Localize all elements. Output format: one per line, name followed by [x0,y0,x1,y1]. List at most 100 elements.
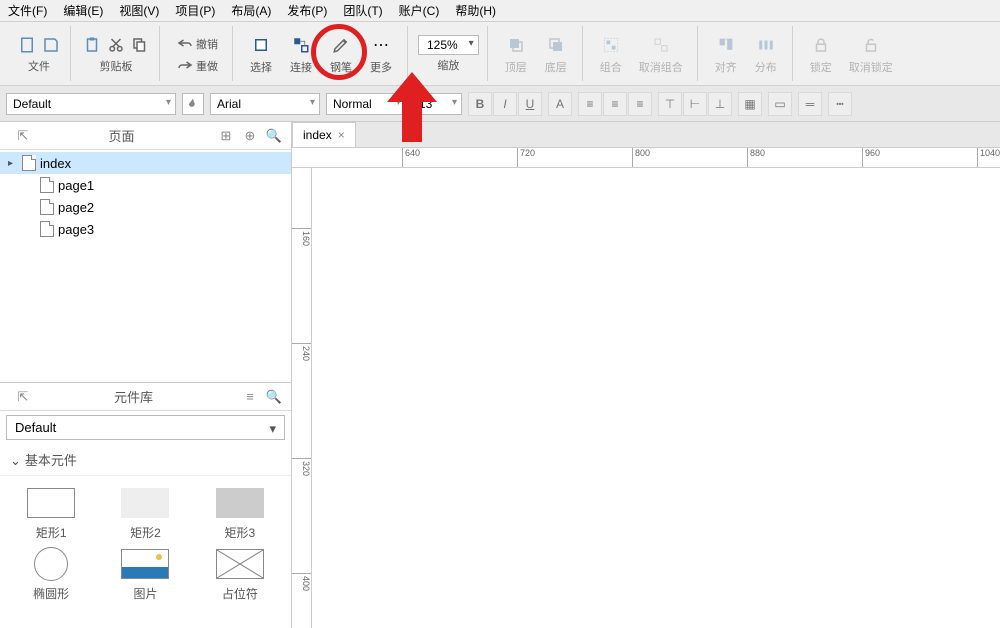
menu-help[interactable]: 帮助(H) [455,2,496,19]
collapse-library-icon[interactable]: ⇱ [14,388,32,406]
library-dropdown[interactable]: Default [6,415,285,440]
zoom-group: 125% 缩放 [410,26,488,81]
menu-project[interactable]: 项目(P) [175,2,215,19]
unlock-button[interactable]: 取消锁定 [843,31,899,77]
library-section[interactable]: 基本元件 [0,444,291,476]
menu-view[interactable]: 视图(V) [119,2,159,19]
draw-tools-group: 选择 连接 钢笔 ⋯ 更多 [235,26,408,81]
style-dropdown[interactable]: Default [6,93,176,115]
more-tools[interactable]: ⋯ 更多 [363,31,399,77]
v-tick: 320 [292,458,311,476]
h-tick: 800 [632,148,650,167]
file-group: 文件 [8,26,71,81]
h-align-group: ≡ ≡ ≡ [578,92,652,116]
send-to-back[interactable]: 底层 [538,31,574,77]
page-item-page1[interactable]: page1 [0,174,291,196]
text-color-button[interactable]: A [548,92,572,116]
layer-group: 顶层 底层 [490,26,583,81]
menu-publish[interactable]: 发布(P) [287,2,327,19]
text-style-group: B I U [468,92,542,116]
save-icon[interactable] [40,34,62,56]
align-button[interactable]: 对齐 [708,31,744,77]
canvas[interactable] [312,168,1000,628]
undo-button[interactable]: 撤销 [170,32,224,54]
align-left-button[interactable]: ≡ [578,92,602,116]
ungroup-button[interactable]: 取消组合 [633,31,689,77]
tab-label: index [303,128,332,142]
h-tick: 1040 [977,148,1000,167]
add-page-icon[interactable]: ⊕ [241,127,259,145]
page-label: index [40,156,71,171]
menubar: 文件(F) 编辑(E) 视图(V) 项目(P) 布局(A) 发布(P) 团队(T… [0,0,1000,22]
menu-layout-a[interactable]: 布局(A) [231,2,271,19]
collapse-panel-icon[interactable]: ⇱ [14,127,32,145]
connect-tool[interactable]: 连接 [283,31,319,77]
v-align-group: ⊤ ⊢ ⊥ [658,92,732,116]
lib-item-rect3[interactable]: 矩形3 [197,488,283,541]
pen-tool[interactable]: 钢笔 [323,31,359,77]
menu-account[interactable]: 账户(C) [399,2,440,19]
v-tick: 400 [292,573,311,591]
align-middle-button[interactable]: ⊢ [683,92,707,116]
underline-button[interactable]: U [518,92,542,116]
border-width-button[interactable]: ═ [798,92,822,116]
border-style-button[interactable]: ┅ [828,92,852,116]
add-folder-icon[interactable]: ⊞ [217,127,235,145]
search-library-icon[interactable]: 🔍 [265,388,283,406]
align-top-button[interactable]: ⊤ [658,92,682,116]
cut-icon[interactable] [105,34,127,56]
close-tab-icon[interactable]: × [338,128,345,142]
library-menu-icon[interactable]: ≡ [241,388,259,406]
horizontal-ruler: 640 720 800 880 960 1040 [292,148,1000,168]
fill-button[interactable]: ▦ [738,92,762,116]
page-item-index[interactable]: ▸ index [0,152,291,174]
file-label: 文件 [28,58,50,74]
size-dropdown[interactable]: 13 [412,93,462,115]
h-tick: 720 [517,148,535,167]
align-center-button[interactable]: ≡ [603,92,627,116]
font-dropdown[interactable]: Arial [210,93,320,115]
zoom-dropdown[interactable]: 125% [418,35,479,55]
lib-item-ellipse[interactable]: 椭圆形 [8,549,94,602]
zoom-label: 缩放 [437,57,459,73]
fill-color-icon[interactable] [182,93,204,115]
weight-dropdown[interactable]: Normal [326,93,406,115]
align-bottom-button[interactable]: ⊥ [708,92,732,116]
h-tick: 880 [747,148,765,167]
page-item-page3[interactable]: page3 [0,218,291,240]
page-label: page2 [58,200,94,215]
menu-file[interactable]: 文件(F) [8,2,47,19]
align-distribute-group: 对齐 分布 [700,26,793,81]
search-pages-icon[interactable]: 🔍 [265,127,283,145]
pages-panel: ⇱ 页面 ⊞ ⊕ 🔍 ▸ index page1 page2 [0,122,291,382]
lib-item-image[interactable]: 图片 [102,549,188,602]
copy-icon[interactable] [129,34,151,56]
page-label: page3 [58,222,94,237]
lib-item-rect2[interactable]: 矩形2 [102,488,188,541]
align-right-button[interactable]: ≡ [628,92,652,116]
lib-item-rect1[interactable]: 矩形1 [8,488,94,541]
border-color-button[interactable]: ▭ [768,92,792,116]
new-file-icon[interactable] [16,34,38,56]
clipboard-label: 剪贴板 [100,58,133,74]
menu-team[interactable]: 团队(T) [343,2,382,19]
group-button[interactable]: 组合 [593,31,629,77]
format-bar: Default Arial Normal 13 B I U A ≡ ≡ ≡ ⊤ … [0,86,1000,122]
paste-icon[interactable] [81,34,103,56]
side-panel: ⇱ 页面 ⊞ ⊕ 🔍 ▸ index page1 page2 [0,122,292,628]
lock-button[interactable]: 锁定 [803,31,839,77]
lib-item-placeholder[interactable]: 占位符 [197,549,283,602]
canvas-tab-index[interactable]: index × [292,122,356,147]
vertical-ruler: 160 240 320 400 [292,168,312,628]
bold-button[interactable]: B [468,92,492,116]
italic-button[interactable]: I [493,92,517,116]
library-title: 元件库 [32,387,235,406]
library-panel: ⇱ 元件库 ≡ 🔍 Default 基本元件 矩形1 矩形2 矩形3 [0,382,291,628]
page-item-page2[interactable]: page2 [0,196,291,218]
select-tool[interactable]: 选择 [243,31,279,77]
tree-arrow-icon[interactable]: ▸ [8,158,18,169]
distribute-button[interactable]: 分布 [748,31,784,77]
bring-to-front[interactable]: 顶层 [498,31,534,77]
menu-edit[interactable]: 编辑(E) [63,2,103,19]
redo-button[interactable]: 重做 [170,54,224,76]
